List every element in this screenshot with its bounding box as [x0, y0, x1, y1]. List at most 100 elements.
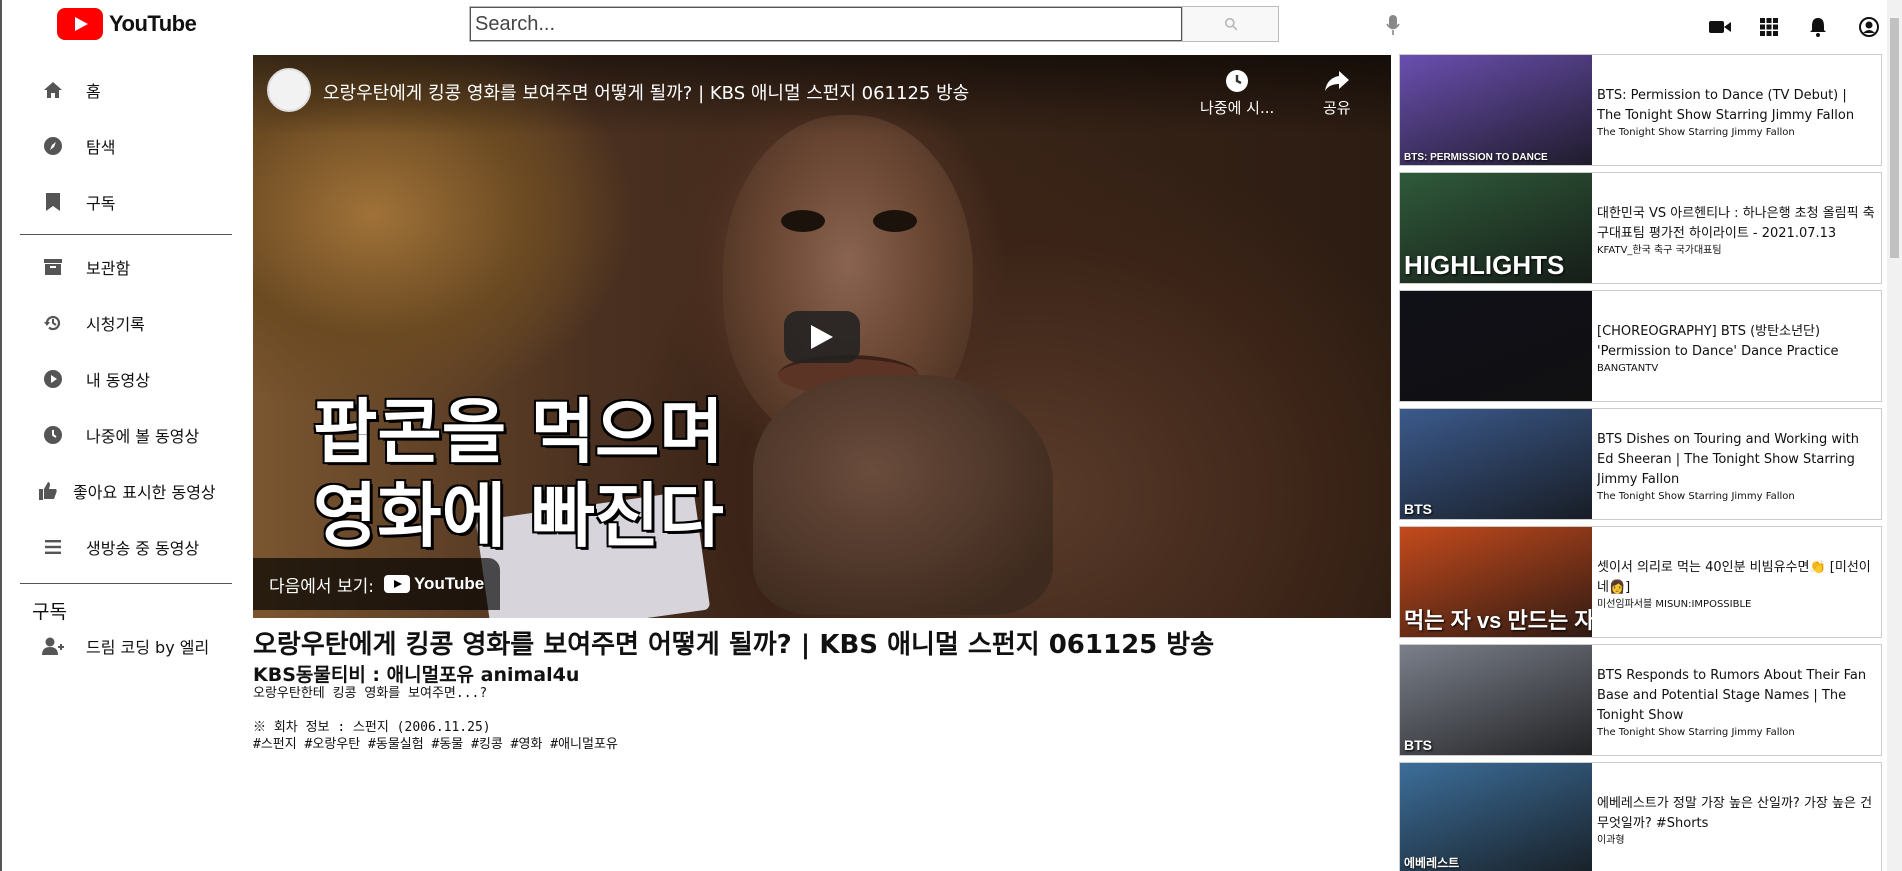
notifications-button[interactable]	[1805, 14, 1831, 40]
thumbs-up-icon	[37, 480, 59, 502]
video-camera-icon	[1709, 21, 1731, 33]
sidebar-item-label: 좋아요 표시한 동영상	[73, 483, 216, 502]
youtube-mini-logo: YouTube	[383, 574, 484, 594]
related-video-card[interactable]: [CHOREOGRAPHY] BTS (방탄소년단) 'Permission t…	[1399, 290, 1882, 402]
related-video-channel[interactable]: BANGTANTV	[1597, 362, 1875, 376]
apps-button[interactable]	[1756, 14, 1782, 40]
thumbnail-caption: HIGHLIGHTS	[1404, 250, 1565, 280]
apps-grid-icon	[1760, 18, 1778, 36]
subtitle-line: 팝콘을 먹으며	[313, 391, 724, 473]
thumbnail-caption	[1400, 397, 1592, 401]
related-video-info: 셋이서 의리로 먹는 40인분 비빔유수면👏 [미선이네👩] 미선임파서블 MIS…	[1592, 527, 1881, 637]
related-video-title[interactable]: 대한민국 VS 아르헨티나 : 하나은행 초청 올림픽 축구대표팀 평가전 하이…	[1597, 204, 1875, 244]
top-header: YouTube	[2, 0, 1902, 52]
thumbnail-caption: BTS	[1404, 737, 1432, 753]
microphone-icon	[1386, 15, 1400, 35]
channel-avatar[interactable]	[267, 68, 311, 112]
related-video-card[interactable]: BTS BTS Dishes on Touring and Working wit…	[1399, 408, 1882, 520]
related-video-title[interactable]: BTS: Permission to Dance (TV Debut) | Th…	[1597, 86, 1875, 126]
sidebar-item-live[interactable]: 생방송 중 동영상	[2, 519, 234, 575]
sidebar-item-home[interactable]: 홈	[2, 62, 234, 118]
account-button[interactable]	[1856, 14, 1882, 40]
watch-on-youtube-button[interactable]: 다음에서 보기: YouTube	[253, 558, 501, 610]
related-video-card[interactable]: 먹는 자 vs 만드는 자 셋이서 의리로 먹는 40인분 비빔유수면👏 [미선이…	[1399, 526, 1882, 638]
video-thumbnail[interactable]: 먹는 자 vs 만드는 자	[1400, 527, 1592, 637]
thumbnail-caption: BTS: PERMISSION TO DANCE	[1404, 152, 1548, 163]
sidebar-divider	[20, 583, 232, 584]
sidebar-item-label: 보관함	[86, 259, 131, 278]
related-video-info: BTS Dishes on Touring and Working with E…	[1592, 409, 1881, 519]
related-video-channel[interactable]: The Tonight Show Starring Jimmy Fallon	[1597, 490, 1875, 504]
sidebar-item-library[interactable]: 보관함	[2, 239, 234, 295]
sidebar-item-label: 생방송 중 동영상	[86, 539, 200, 558]
video-thumbnail[interactable]: HIGHLIGHTS	[1400, 173, 1592, 283]
related-video-title[interactable]: BTS Responds to Rumors About Their Fan B…	[1597, 666, 1875, 726]
related-video-info: BTS: Permission to Dance (TV Debut) | Th…	[1592, 55, 1881, 165]
create-video-button[interactable]	[1707, 14, 1733, 40]
subscriptions-heading: 구독	[32, 600, 67, 623]
share-button[interactable]: 공유	[1323, 69, 1351, 118]
channel-name[interactable]: KBS동물티비 : 애니멀포유 animal4u	[253, 660, 579, 687]
video-thumbnail[interactable]: BTS	[1400, 409, 1592, 519]
related-video-channel[interactable]: KFATV_한국 축구 국가대표팀	[1597, 244, 1875, 258]
watch-on-label: 다음에서 보기:	[269, 576, 374, 597]
search-bar	[469, 6, 1279, 42]
related-video-title[interactable]: 셋이서 의리로 먹는 40인분 비빔유수면👏 [미선이네👩]	[1597, 558, 1875, 598]
sidebar-item-explore[interactable]: 탐색	[2, 118, 234, 174]
orangutan-hand	[753, 375, 1053, 615]
search-button[interactable]	[1182, 7, 1278, 41]
play-icon	[811, 325, 833, 349]
related-video-info: 에베레스트가 정말 가장 높은 산일까? 가장 높은 건 무엇일까? #Shor…	[1592, 763, 1881, 871]
sidebar-item-watch-later[interactable]: 나중에 볼 동영상	[2, 407, 234, 463]
watch-later-button[interactable]: 나중에 시...	[1200, 69, 1274, 118]
bell-icon	[1810, 18, 1826, 37]
watch-later-label: 나중에 시...	[1200, 99, 1275, 117]
thumbnail-caption: 에베레스트	[1404, 856, 1460, 870]
sidebar-item-my-videos[interactable]: 내 동영상	[2, 351, 234, 407]
related-video-title[interactable]: BTS Dishes on Touring and Working with E…	[1597, 430, 1875, 490]
related-video-channel[interactable]: 미선임파서블 MISUN:IMPOSSIBLE	[1597, 598, 1875, 612]
related-video-card[interactable]: 에베레스트 에베레스트가 정말 가장 높은 산일까? 가장 높은 건 무엇일까? …	[1399, 762, 1882, 871]
video-thumbnail[interactable]: BTS: PERMISSION TO DANCE	[1400, 55, 1592, 165]
youtube-logo[interactable]: YouTube	[57, 8, 197, 40]
video-thumbnail[interactable]: 에베레스트	[1400, 763, 1592, 871]
sidebar-item-subscriptions[interactable]: 구독	[2, 174, 234, 230]
related-video-channel[interactable]: The Tonight Show Starring Jimmy Fallon	[1597, 126, 1875, 140]
player-title[interactable]: 오랑우탄에게 킹콩 영화를 보여주면 어떻게 될까? | KBS 애니멀 스펀지…	[323, 79, 969, 105]
burned-subtitle: 팝콘을 먹으며 영화에 빠진다	[313, 390, 724, 558]
related-video-info: BTS Responds to Rumors About Their Fan B…	[1592, 645, 1881, 755]
video-thumbnail[interactable]: BTS	[1400, 645, 1592, 755]
sidebar-item-label: 구독	[86, 194, 116, 213]
related-video-channel[interactable]: The Tonight Show Starring Jimmy Fallon	[1597, 726, 1875, 740]
related-video-channel[interactable]: 이과형	[1597, 834, 1875, 848]
video-description: 오랑우탄한테 킹콩 영화를 보여주면...? ※ 회차 정보 : 스펀지 (20…	[253, 686, 618, 752]
microphone-button[interactable]	[1383, 12, 1403, 38]
subtitle-line: 영화에 빠진다	[313, 475, 724, 557]
related-video-info: [CHOREOGRAPHY] BTS (방탄소년단) 'Permission t…	[1592, 291, 1881, 401]
thumbnail-caption: 먹는 자 vs 만드는 자	[1404, 608, 1592, 633]
scrollbar-thumb[interactable]	[1890, 18, 1899, 258]
sidebar-item-history[interactable]: 시청기록	[2, 295, 234, 351]
video-player[interactable]: 오랑우탄에게 킹콩 영화를 보여주면 어떻게 될까? | KBS 애니멀 스펀지…	[253, 55, 1391, 618]
related-video-title[interactable]: [CHOREOGRAPHY] BTS (방탄소년단) 'Permission t…	[1597, 322, 1875, 362]
sidebar-item-liked-videos[interactable]: 좋아요 표시한 동영상	[2, 463, 234, 519]
clock-icon	[42, 424, 64, 446]
related-video-card[interactable]: BTS BTS Responds to Rumors About Their Fa…	[1399, 644, 1882, 756]
related-video-card[interactable]: HIGHLIGHTS 대한민국 VS 아르헨티나 : 하나은행 초청 올림픽 축구…	[1399, 172, 1882, 284]
clock-icon	[1226, 70, 1249, 92]
page-scrollbar[interactable]	[1887, 0, 1902, 871]
play-button[interactable]	[784, 311, 860, 363]
sidebar-item-label: 탐색	[86, 138, 116, 157]
sidebar-item-label: 나중에 볼 동영상	[86, 427, 200, 446]
related-video-title[interactable]: 에베레스트가 정말 가장 높은 산일까? 가장 높은 건 무엇일까? #Shor…	[1597, 794, 1875, 834]
search-input[interactable]	[470, 7, 1182, 41]
related-video-card[interactable]: BTS: PERMISSION TO DANCE BTS: Permission …	[1399, 54, 1882, 166]
video-title: 오랑우탄에게 킹콩 영화를 보여주면 어떻게 될까? | KBS 애니멀 스펀지…	[253, 630, 1215, 660]
subscription-item[interactable]: 드림 코딩 by 엘리	[2, 626, 234, 666]
sidebar-item-label: 내 동영상	[86, 371, 150, 390]
youtube-logo-icon	[57, 8, 103, 40]
account-icon	[1859, 17, 1879, 37]
video-thumbnail[interactable]	[1400, 291, 1592, 401]
search-icon	[1224, 17, 1237, 31]
compass-icon	[42, 135, 64, 157]
